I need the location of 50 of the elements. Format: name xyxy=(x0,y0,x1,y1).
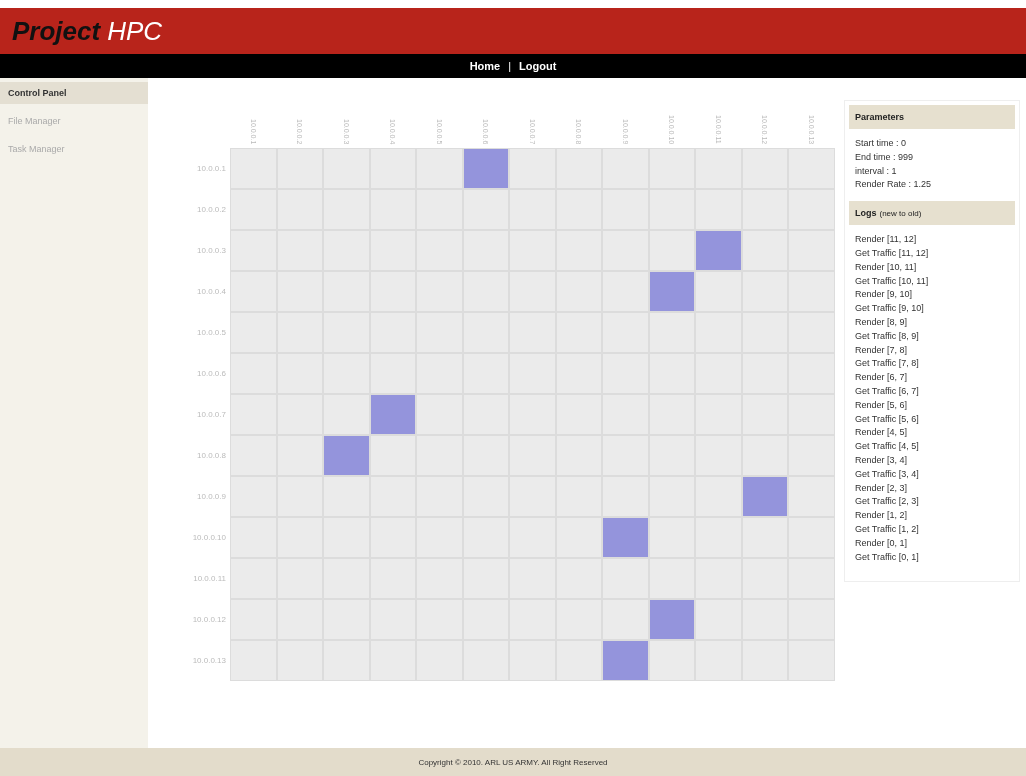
row-label: 10.0.0.6 xyxy=(196,368,227,380)
row-label: 10.0.0.3 xyxy=(196,245,227,257)
row-label: 10.0.0.10 xyxy=(191,532,227,544)
log-entry: Get Traffic [5, 6] xyxy=(855,412,920,426)
parameters-title: Parameters xyxy=(849,105,1015,129)
log-entry: Get Traffic [10, 11] xyxy=(855,274,930,288)
row-label: 10.0.0.11 xyxy=(192,573,227,585)
log-entry: Render [6, 7] xyxy=(855,371,909,384)
log-entry: Render [3, 4] xyxy=(855,453,909,467)
nav-link[interactable]: Logout xyxy=(519,60,557,72)
log-entry: Render [10, 11] xyxy=(855,260,918,274)
parameter-text: End time : 999 xyxy=(855,150,915,164)
parameter-text: Render Rate : 1.25 xyxy=(855,178,933,192)
logs-note: (new to old) xyxy=(879,209,922,219)
row-label: 10.0.0.7 xyxy=(196,409,227,421)
copyright-text: Copyright © 2010. ARL US ARMY. All Right Reserved xyxy=(418,757,608,767)
log-entry: Render [9, 10] xyxy=(855,288,914,302)
log-entry: Get Traffic [4, 5] xyxy=(855,440,920,453)
log-entry: Render [11, 12] xyxy=(855,233,918,246)
log-entry: Render [1, 2] xyxy=(855,509,909,522)
row-label: 10.0.0.12 xyxy=(191,614,227,626)
nav-separator: | xyxy=(508,60,512,72)
log-entry: Get Traffic [7, 8] xyxy=(855,357,920,371)
row-label: 10.0.0.1 xyxy=(196,163,227,175)
row-label: 10.0.0.8 xyxy=(196,450,227,462)
log-entry: Render [2, 3] xyxy=(855,481,909,495)
row-label: 10.0.0.13 xyxy=(191,655,227,667)
log-entry: Get Traffic [1, 2] xyxy=(855,522,920,536)
log-entry: Render [5, 6] xyxy=(855,398,909,412)
row-label: 10.0.0.2 xyxy=(196,204,227,216)
log-entry: Get Traffic [6, 7] xyxy=(855,384,920,398)
log-entry: Get Traffic [8, 9] xyxy=(855,329,920,343)
row-label: 10.0.0.5 xyxy=(196,327,227,339)
log-entry: Render [8, 9] xyxy=(855,315,909,329)
log-entry: Get Traffic [11, 12] xyxy=(855,247,930,260)
row-label: 10.0.0.9 xyxy=(196,491,227,503)
parameter-text: Start time : 0 xyxy=(855,137,908,150)
log-entry: Render [0, 1] xyxy=(855,536,909,550)
sidebar-item[interactable]: Control Panel xyxy=(0,82,148,104)
log-entry: Get Traffic [3, 4] xyxy=(855,467,920,481)
log-entry: Get Traffic [0, 1] xyxy=(855,550,920,564)
nav-link[interactable]: Home xyxy=(469,60,501,72)
logs-heading: Logs xyxy=(855,208,877,219)
site-title: Project HPC xyxy=(12,15,163,47)
log-entry: Render [4, 5] xyxy=(855,426,909,440)
parameter-text: interval : 1 xyxy=(855,164,898,178)
log-entry: Get Traffic [2, 3] xyxy=(855,495,920,509)
row-label: 10.0.0.4 xyxy=(196,286,227,298)
log-entry: Get Traffic [9, 10] xyxy=(855,302,925,315)
log-entry: Render [7, 8] xyxy=(855,343,909,357)
